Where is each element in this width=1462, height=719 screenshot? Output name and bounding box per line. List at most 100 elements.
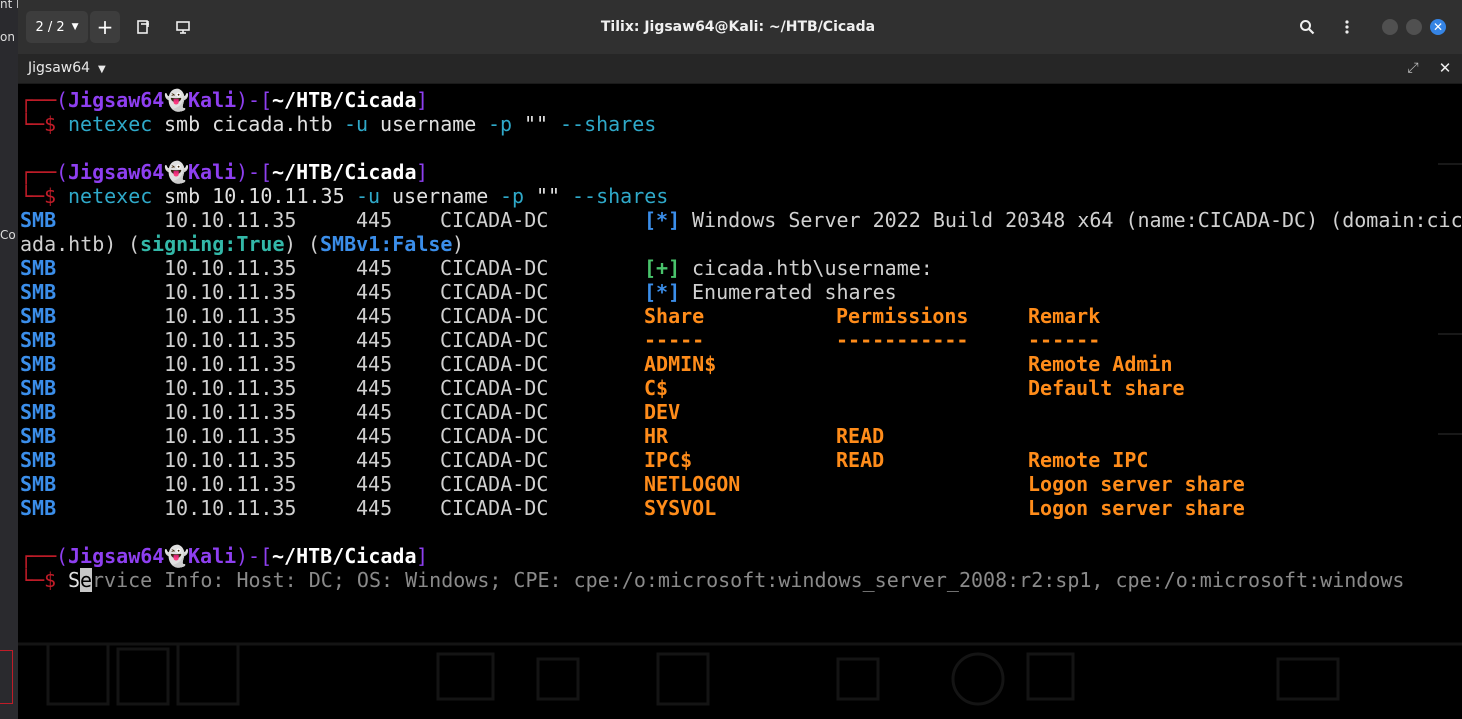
add-session-button[interactable]: + bbox=[90, 11, 120, 43]
host-port: 445 bbox=[356, 328, 393, 352]
host-port: 445 bbox=[356, 496, 393, 520]
share-name: ADMIN$ bbox=[644, 352, 717, 376]
menu-icon[interactable] bbox=[1334, 14, 1360, 40]
command-flag: -p bbox=[500, 184, 525, 208]
prompt-corner: ┌── bbox=[20, 88, 57, 112]
protocol-label: SMB bbox=[20, 256, 57, 280]
enum-result: Enumerated shares bbox=[692, 280, 897, 304]
column-underline: ----- bbox=[644, 328, 705, 352]
host-port: 445 bbox=[356, 280, 393, 304]
prompt-bracket: )-[ bbox=[236, 160, 273, 184]
protocol-label: SMB bbox=[20, 280, 57, 304]
minimize-button[interactable] bbox=[1382, 19, 1398, 35]
terminal-tab-bar: Jigsaw64 ▼ ⤢ ✕ bbox=[18, 54, 1462, 84]
prompt-line: ┌── ( Jigsaw64 👻 Kali )-[ ~/HTB/Cicada ] bbox=[20, 544, 1460, 568]
command-name: netexec bbox=[68, 184, 153, 208]
share-remark: Logon server share bbox=[1028, 496, 1245, 520]
prompt-corner: └─ bbox=[20, 112, 45, 136]
prompt-bracket: ( bbox=[56, 88, 69, 112]
host-port: 445 bbox=[356, 400, 393, 424]
search-icon[interactable] bbox=[1294, 14, 1320, 40]
session-switcher-button[interactable]: 2 / 2 ▼ bbox=[26, 11, 88, 43]
column-underline: ----------- bbox=[836, 328, 969, 352]
host-name: CICADA-DC bbox=[440, 328, 549, 352]
smbv1-status: SMBv1:False bbox=[320, 232, 453, 256]
split-terminal-icon[interactable] bbox=[130, 14, 156, 40]
paren: ) bbox=[284, 232, 297, 256]
protocol-label: SMB bbox=[20, 448, 57, 472]
prompt-corner: ┌── bbox=[20, 544, 57, 568]
paren: ) bbox=[452, 232, 465, 256]
host-ip: 10.10.11.35 bbox=[164, 352, 297, 376]
column-header-remark: Remark bbox=[1028, 304, 1101, 328]
share-remark: Remote IPC bbox=[1028, 448, 1149, 472]
command-line: └─ $ netexec smb 10.10.11.35 -u username… bbox=[20, 184, 1460, 208]
prompt-bracket: ( bbox=[56, 544, 69, 568]
share-permission: READ bbox=[836, 424, 885, 448]
prompt-dollar: $ bbox=[44, 112, 57, 136]
host-ip: 10.10.11.35 bbox=[164, 256, 297, 280]
command-input-line[interactable]: └─ $ S e rvice Info: Host: DC; OS: Windo… bbox=[20, 568, 1460, 592]
share-name: C$ bbox=[644, 376, 669, 400]
protocol-label: SMB bbox=[20, 400, 57, 424]
command-line: └─ $ netexec smb cicada.htb -u username … bbox=[20, 112, 1460, 136]
share-remark: Default share bbox=[1028, 376, 1185, 400]
host-name: CICADA-DC bbox=[440, 448, 549, 472]
host-ip: 10.10.11.35 bbox=[164, 328, 297, 352]
terminal-title-dropdown[interactable]: Jigsaw64 ▼ bbox=[28, 54, 106, 83]
prompt-host: Kali bbox=[188, 88, 237, 112]
desktop-background-strip: nt ha on Co bbox=[0, 0, 18, 719]
host-name: CICADA-DC bbox=[440, 496, 549, 520]
host-port: 445 bbox=[356, 352, 393, 376]
host-ip: 10.10.11.35 bbox=[164, 304, 297, 328]
host-ip: 10.10.11.35 bbox=[164, 472, 297, 496]
status-marker: [*] bbox=[644, 208, 681, 232]
protocol-label: SMB bbox=[20, 496, 57, 520]
host-port: 445 bbox=[356, 448, 393, 472]
output-line: SMB 10.10.11.35 445 CICADA-DC [+] cicada… bbox=[20, 256, 1460, 280]
host-port: 445 bbox=[356, 256, 393, 280]
prompt-dollar: $ bbox=[44, 184, 57, 208]
column-underline: ------ bbox=[1028, 328, 1101, 352]
share-name: SYSVOL bbox=[644, 496, 717, 520]
close-window-button[interactable]: ✕ bbox=[1430, 19, 1446, 35]
prompt-bracket: ] bbox=[416, 160, 429, 184]
add-terminal-icon[interactable] bbox=[170, 14, 196, 40]
prompt-user: Jigsaw64 bbox=[68, 544, 165, 568]
host-port: 445 bbox=[356, 472, 393, 496]
desktop-text-fragment: on bbox=[0, 30, 15, 44]
terminal-view[interactable]: ┌── ( Jigsaw64 👻 Kali )-[ ~/HTB/Cicada ]… bbox=[18, 84, 1462, 719]
desktop-text-fragment: nt ha bbox=[0, 0, 18, 11]
host-port: 445 bbox=[356, 376, 393, 400]
command-args: smb cicada.htb bbox=[164, 112, 333, 136]
prompt-user: Jigsaw64 bbox=[68, 160, 165, 184]
close-terminal-icon[interactable]: ✕ bbox=[1434, 57, 1456, 79]
signing-status: signing:True bbox=[140, 232, 285, 256]
command-args: smb 10.10.11.35 bbox=[164, 184, 345, 208]
table-header-row: SMB 10.10.11.35 445 CICADA-DC Share Perm… bbox=[20, 304, 1460, 328]
prompt-directory: ~/HTB/Cicada bbox=[272, 88, 417, 112]
output-line: SMB 10.10.11.35 445 CICADA-DC [*] Enumer… bbox=[20, 280, 1460, 304]
ghost-icon: 👻 bbox=[164, 88, 189, 112]
maximize-button[interactable] bbox=[1406, 19, 1422, 35]
host-ip: 10.10.11.35 bbox=[164, 208, 297, 232]
host-name: CICADA-DC bbox=[440, 376, 549, 400]
share-name: NETLOGON bbox=[644, 472, 741, 496]
ghost-icon: 👻 bbox=[164, 544, 189, 568]
window-title: Tilix: Jigsaw64@Kali: ~/HTB/Cicada bbox=[600, 19, 876, 35]
text-cursor: e bbox=[80, 568, 93, 592]
host-port: 445 bbox=[356, 208, 393, 232]
prompt-host: Kali bbox=[188, 544, 237, 568]
command-name: netexec bbox=[68, 112, 153, 136]
command-flag: --shares bbox=[572, 184, 669, 208]
prompt-corner: ┌── bbox=[20, 160, 57, 184]
maximize-terminal-icon[interactable]: ⤢ bbox=[1402, 57, 1424, 79]
paren: ( bbox=[308, 232, 321, 256]
share-permission: READ bbox=[836, 448, 885, 472]
typed-text: S bbox=[68, 568, 81, 592]
table-row: SMB 10.10.11.35 445 CICADA-DC ADMIN$ Rem… bbox=[20, 352, 1460, 376]
ghost-icon: 👻 bbox=[164, 160, 189, 184]
autosuggestion-text: rvice Info: Host: DC; OS: Windows; CPE: … bbox=[92, 568, 1405, 592]
column-header-share: Share bbox=[644, 304, 705, 328]
